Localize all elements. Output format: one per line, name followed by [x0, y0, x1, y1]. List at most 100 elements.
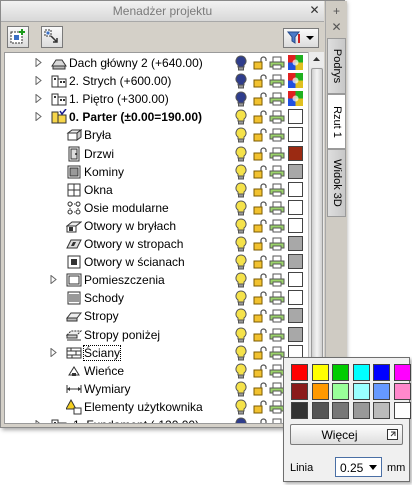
lock-open-icon[interactable]	[253, 418, 267, 424]
palette-color-swatch[interactable]	[332, 364, 349, 381]
tree-item-wymiary[interactable]: Wymiary	[5, 380, 308, 398]
visibility-bulb-icon[interactable]	[235, 218, 247, 234]
lock-open-icon[interactable]	[253, 237, 267, 251]
palette-color-swatch[interactable]	[393, 383, 411, 400]
palette-color-swatch[interactable]	[291, 402, 308, 419]
expand-arrow-icon[interactable]	[50, 347, 58, 357]
color-swatch[interactable]	[288, 326, 303, 342]
expand-arrow-icon[interactable]	[35, 94, 43, 104]
color-swatch[interactable]	[288, 127, 303, 143]
more-colors-button[interactable]: Więcej	[290, 424, 403, 445]
color-swatch-multicolor[interactable]	[288, 91, 303, 107]
tree-item-stropy-ponizej[interactable]: Stropy poniżej	[5, 326, 308, 344]
visibility-bulb-icon[interactable]	[235, 417, 247, 424]
visibility-bulb-icon[interactable]	[235, 290, 247, 306]
pin-icon[interactable]: +	[330, 5, 343, 18]
visibility-bulb-icon[interactable]	[235, 345, 247, 361]
lock-open-icon[interactable]	[253, 56, 267, 70]
visibility-bulb-icon[interactable]	[235, 55, 247, 71]
expand-arrow-icon[interactable]	[50, 275, 58, 285]
tree-item-otwory-sciana[interactable]: Otwory w ścianach	[5, 253, 308, 271]
palette-color-swatch[interactable]	[332, 383, 349, 400]
visibility-bulb-icon[interactable]	[235, 109, 247, 125]
tree-item-kominy[interactable]: Kominy	[5, 163, 308, 181]
lock-open-icon[interactable]	[253, 400, 267, 414]
visibility-bulb-icon[interactable]	[235, 308, 247, 324]
visibility-bulb-icon[interactable]	[235, 127, 247, 143]
tree-item-elementy[interactable]: Elementy użytkownika	[5, 398, 308, 416]
color-swatch[interactable]	[288, 163, 303, 179]
tree-item-wience[interactable]: Wieńce	[5, 362, 308, 380]
color-swatch[interactable]	[288, 290, 303, 306]
tree-item-otwory-strop[interactable]: Otwory w stropach	[5, 235, 308, 253]
tree-item-osie[interactable]: Osie modularne	[5, 199, 308, 217]
tree-level-pietro[interactable]: 1. Piętro (+300.00)	[5, 90, 308, 108]
color-swatch[interactable]	[288, 109, 303, 125]
lock-open-icon[interactable]	[253, 255, 267, 269]
palette-color-swatch[interactable]	[373, 364, 390, 381]
palette-color-swatch[interactable]	[311, 383, 329, 400]
lock-open-icon[interactable]	[253, 183, 267, 197]
printer-icon[interactable]	[269, 147, 285, 161]
palette-color-swatch[interactable]	[291, 364, 308, 381]
tree-level-dach[interactable]: Dach główny 2 (+640.00)	[5, 54, 308, 72]
printer-icon[interactable]	[269, 110, 285, 124]
tree-item-okna[interactable]: Okna	[5, 181, 308, 199]
palette-color-swatch[interactable]	[332, 402, 349, 419]
color-swatch[interactable]	[288, 217, 303, 233]
palette-color-swatch[interactable]	[291, 383, 308, 400]
expand-arrow-icon[interactable]	[35, 112, 43, 122]
palette-color-swatch[interactable]	[393, 364, 411, 381]
printer-icon[interactable]	[269, 291, 285, 305]
view-toggle-button[interactable]	[41, 26, 63, 48]
lock-open-icon[interactable]	[253, 364, 267, 378]
lock-open-icon[interactable]	[253, 219, 267, 233]
visibility-bulb-icon[interactable]	[235, 254, 247, 270]
palette-color-swatch[interactable]	[373, 402, 390, 419]
palette-color-swatch[interactable]	[352, 383, 370, 400]
color-swatch[interactable]	[288, 308, 303, 324]
lock-open-icon[interactable]	[253, 74, 267, 88]
lock-open-icon[interactable]	[253, 382, 267, 396]
tree-item-stropy[interactable]: Stropy	[5, 307, 308, 325]
scroll-up-arrow[interactable]	[309, 52, 324, 67]
tree-level-parter[interactable]: 0. Parter (±0.00=190.00)	[5, 108, 308, 126]
printer-icon[interactable]	[269, 309, 285, 323]
printer-icon[interactable]	[269, 74, 285, 88]
lock-open-icon[interactable]	[253, 201, 267, 215]
color-swatch[interactable]	[288, 254, 303, 270]
lock-open-icon[interactable]	[253, 92, 267, 106]
tree-item-drzwi[interactable]: Drzwi	[5, 145, 308, 163]
lock-open-icon[interactable]	[253, 327, 267, 342]
lock-open-icon[interactable]	[253, 165, 267, 179]
printer-icon[interactable]	[269, 219, 285, 233]
tree-level-fundament[interactable]: -1. Fundament (-120.00)	[5, 416, 308, 424]
visibility-bulb-icon[interactable]	[235, 91, 247, 107]
tab-rzut-1[interactable]: Rzut 1	[327, 94, 346, 149]
color-swatch-multicolor[interactable]	[288, 73, 303, 89]
visibility-bulb-icon[interactable]	[235, 272, 247, 288]
tab-widok-3d[interactable]: Widok 3D	[327, 149, 346, 217]
printer-icon[interactable]	[269, 183, 285, 197]
tree-level-strych[interactable]: 2. Strych (+600.00)	[5, 72, 308, 90]
color-swatch-multicolor[interactable]	[288, 55, 303, 70]
add-level-button[interactable]	[7, 26, 29, 48]
visibility-bulb-icon[interactable]	[235, 164, 247, 180]
visibility-bulb-icon[interactable]	[235, 326, 247, 343]
lock-open-icon[interactable]	[253, 273, 267, 287]
lock-open-icon[interactable]	[253, 128, 267, 142]
line-width-select[interactable]: 0.25	[335, 457, 382, 477]
printer-icon[interactable]	[269, 165, 285, 179]
printer-icon[interactable]	[269, 56, 285, 70]
visibility-bulb-icon[interactable]	[235, 200, 247, 216]
printer-icon[interactable]	[269, 255, 285, 269]
tree-item-sciany[interactable]: Ściany	[5, 344, 308, 362]
lock-open-icon[interactable]	[253, 309, 267, 323]
side-close-icon[interactable]: ✕	[330, 21, 343, 34]
color-swatch[interactable]	[288, 199, 303, 215]
expand-arrow-icon[interactable]	[35, 420, 43, 424]
tree-item-schody[interactable]: Schody	[5, 289, 308, 307]
palette-color-swatch[interactable]	[352, 364, 370, 381]
scrollbar-thumb[interactable]	[311, 68, 323, 370]
tab-podrys[interactable]: Podrys	[327, 38, 346, 94]
